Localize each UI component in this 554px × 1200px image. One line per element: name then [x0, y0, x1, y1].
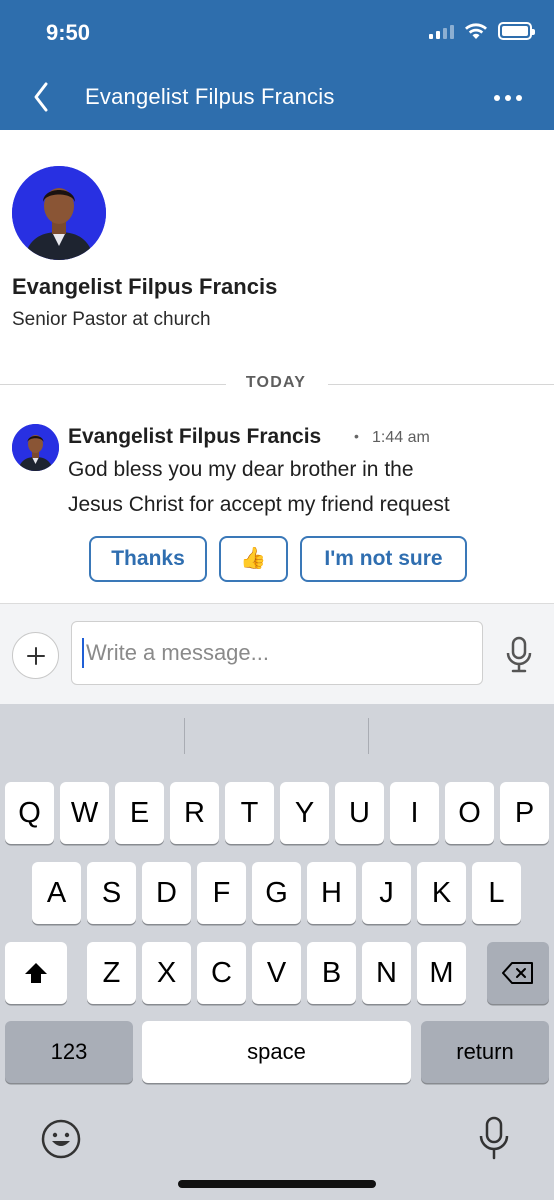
divider-line-right: [328, 384, 554, 385]
key-t[interactable]: T: [225, 782, 274, 844]
add-attachment-button[interactable]: [12, 632, 59, 679]
status-time: 9:50: [46, 20, 91, 45]
profile-headline: Senior Pastor at church: [12, 309, 211, 330]
key-z[interactable]: Z: [87, 942, 136, 1004]
message-text-line: Jesus Christ for accept my friend reques…: [68, 493, 450, 516]
backspace-key[interactable]: [487, 942, 549, 1004]
more-options-icon[interactable]: [494, 88, 528, 108]
sender-avatar[interactable]: [12, 424, 59, 471]
key-i[interactable]: I: [390, 782, 439, 844]
key-m[interactable]: M: [417, 942, 466, 1004]
key-o[interactable]: O: [445, 782, 494, 844]
message-text-line: God bless you my dear brother in the: [68, 458, 414, 481]
key-j[interactable]: J: [362, 862, 411, 924]
quick-reply-thanks[interactable]: Thanks: [89, 536, 207, 582]
suggestion-divider: [368, 718, 369, 754]
home-indicator[interactable]: [178, 1180, 376, 1188]
emoji-icon[interactable]: [40, 1118, 82, 1160]
key-x[interactable]: X: [142, 942, 191, 1004]
status-icons: [429, 22, 535, 40]
backspace-icon: [502, 962, 533, 984]
app-header: 9:50 Evangelist Filpus Francis: [0, 0, 554, 130]
key-a[interactable]: A: [32, 862, 81, 924]
space-key[interactable]: space: [142, 1021, 411, 1083]
wifi-icon: [465, 23, 487, 39]
cellular-signal-icon: [429, 23, 454, 39]
key-h[interactable]: H: [307, 862, 356, 924]
profile-avatar[interactable]: [12, 166, 106, 260]
key-c[interactable]: C: [197, 942, 246, 1004]
key-v[interactable]: V: [252, 942, 301, 1004]
key-e[interactable]: E: [115, 782, 164, 844]
shift-key[interactable]: [5, 942, 67, 1004]
key-k[interactable]: K: [417, 862, 466, 924]
profile-name[interactable]: Evangelist Filpus Francis: [12, 274, 277, 300]
back-chevron-icon[interactable]: [28, 80, 56, 114]
key-n[interactable]: N: [362, 942, 411, 1004]
dictation-mic-icon[interactable]: [478, 1116, 510, 1162]
message-input-placeholder: Write a message...: [86, 640, 269, 665]
key-u[interactable]: U: [335, 782, 384, 844]
key-d[interactable]: D: [142, 862, 191, 924]
key-q[interactable]: Q: [5, 782, 54, 844]
text-caret: [82, 638, 84, 668]
key-b[interactable]: B: [307, 942, 356, 1004]
conversation-title: Evangelist Filpus Francis: [85, 84, 335, 109]
numbers-key[interactable]: 123: [5, 1021, 133, 1083]
suggestion-divider: [184, 718, 185, 754]
key-l[interactable]: L: [472, 862, 521, 924]
date-divider-label: TODAY: [245, 374, 307, 391]
message-timestamp: 1:44 am: [372, 429, 430, 446]
quick-reply-thumbs-up[interactable]: 👍: [219, 536, 288, 582]
key-g[interactable]: G: [252, 862, 301, 924]
key-r[interactable]: R: [170, 782, 219, 844]
key-y[interactable]: Y: [280, 782, 329, 844]
voice-message-mic-icon[interactable]: [503, 635, 535, 675]
divider-line-left: [0, 384, 226, 385]
quick-reply-not-sure[interactable]: I'm not sure: [300, 536, 467, 582]
shift-arrow-icon: [25, 963, 47, 983]
key-s[interactable]: S: [87, 862, 136, 924]
message-separator: •: [354, 428, 359, 444]
return-key[interactable]: return: [421, 1021, 549, 1083]
message-sender[interactable]: Evangelist Filpus Francis: [68, 425, 321, 449]
plus-icon: [26, 646, 45, 665]
key-w[interactable]: W: [60, 782, 109, 844]
key-f[interactable]: F: [197, 862, 246, 924]
battery-icon: [498, 22, 535, 40]
key-p[interactable]: P: [500, 782, 549, 844]
